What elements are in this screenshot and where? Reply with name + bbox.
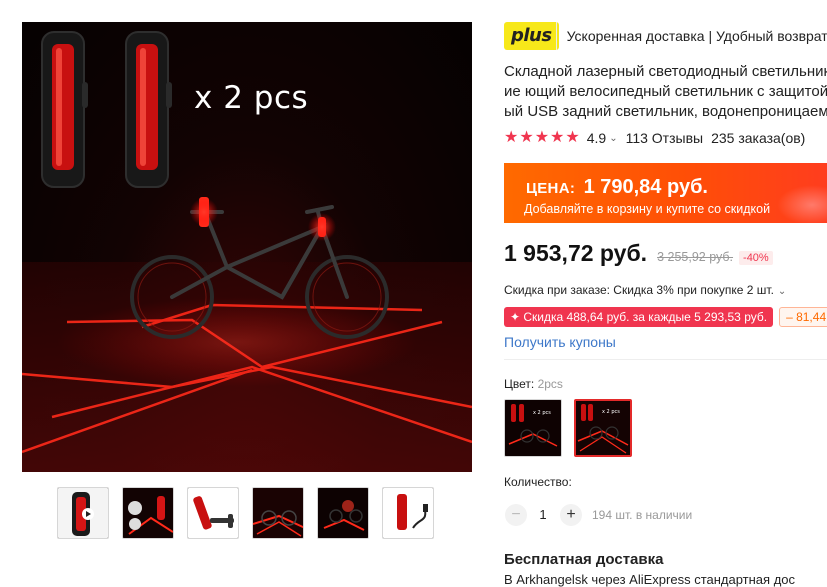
thumbnail-2[interactable] [122,487,174,539]
promo-label: ЦЕНА: [526,180,576,197]
plus-badge: plus [504,22,559,50]
coupon-row: ✦ Скидка 488,64 руб. за каждые 5 293,53 … [504,307,827,327]
rating-stars: ★ ★ ★ ★ ★ [504,130,581,146]
thumbnail-4[interactable] [252,487,304,539]
price-row: 1 953,72 руб. 3 255,92 руб. -40% [504,240,773,267]
star-icon: ★ [565,129,580,146]
thumbnail-1[interactable] [57,487,109,539]
chevron-down-icon[interactable]: ⌄ [609,133,617,144]
color-label-text: Цвет: [504,377,535,391]
color-label: Цвет: 2pcs [504,377,563,391]
discount-badge: -40% [739,251,773,265]
rating-value[interactable]: 4.9 [587,130,606,146]
product-title: Складной лазерный светодиодный светильни… [504,62,827,122]
quantity-value[interactable]: 1 [536,507,550,522]
image-caption: x 2 pcs [194,80,309,116]
shipping-details: В Arkhangelsk через AliExpress стандартн… [504,572,796,587]
plus-benefits-text: Ускоренная доставка | Удобный возврат [566,28,827,44]
promo-price: 1 790,84 руб. [583,176,708,198]
main-product-image[interactable]: x 2 pcs [22,22,472,472]
divider [504,359,827,360]
thumbnail-6[interactable] [382,487,434,539]
star-icon: ★ [534,129,550,146]
extra-coupon-tag[interactable]: – 81,44 [779,307,827,327]
chevron-down-icon[interactable]: ⌄ [778,286,786,297]
color-swatch-1[interactable]: x 2 pcs [504,399,562,457]
color-swatch-2pcs[interactable]: x 2 pcs [574,399,632,457]
promo-subtitle: Добавляйте в корзину и купите со скидкой [524,202,771,216]
store-coupon-tag[interactable]: ✦ Скидка 488,64 руб. за каждые 5 293,53 … [504,307,774,327]
title-line-3: ый USB задний светильник, водонепроницае… [504,103,827,120]
star-icon: ★ [504,129,519,146]
current-price: 1 953,72 руб. [504,240,648,266]
quantity-plus-button[interactable]: + [560,504,582,526]
orders-count: 235 заказа(ов) [711,130,806,146]
quantity-minus-button[interactable]: − [505,504,527,526]
color-selected-value: 2pcs [537,377,563,391]
promo-price-banner[interactable]: ЦЕНА: 1 790,84 руб. Добавляйте в корзину… [504,163,827,223]
swatch-caption: x 2 pcs [602,409,620,415]
rating-row: ★ ★ ★ ★ ★ 4.9 ⌄ 113 Отзывы 235 заказа(ов… [504,130,806,147]
plus-benefits-row[interactable]: plus Ускоренная доставка | Удобный возвр… [504,22,827,50]
old-price: 3 255,92 руб. [657,250,734,264]
quantity-label: Количество: [504,475,572,489]
promo-price-line: ЦЕНА: 1 790,84 руб. [526,176,708,199]
reviews-link[interactable]: 113 Отзывы [626,130,704,146]
star-icon: ★ [519,129,534,146]
divider [556,22,557,50]
swatch-caption: x 2 pcs [533,410,551,416]
shipping-title: Бесплатная доставка [504,551,664,568]
title-line-1: Складной лазерный светодиодный светильни… [504,63,827,80]
get-coupons-link[interactable]: Получить купоны [504,334,616,350]
star-icon: ★ [550,129,565,146]
thumbnail-3[interactable] [187,487,239,539]
title-line-2: ие ющий велосипедный светильник с защито… [504,83,827,100]
promo-decoration [777,185,827,223]
thumbnail-5[interactable] [317,487,369,539]
bulk-discount-text: Скидка при заказе: Скидка 3% при покупке… [504,283,774,297]
stock-count: 194 шт. в наличии [592,508,693,522]
bulk-discount-row[interactable]: Скидка при заказе: Скидка 3% при покупке… [504,283,794,297]
